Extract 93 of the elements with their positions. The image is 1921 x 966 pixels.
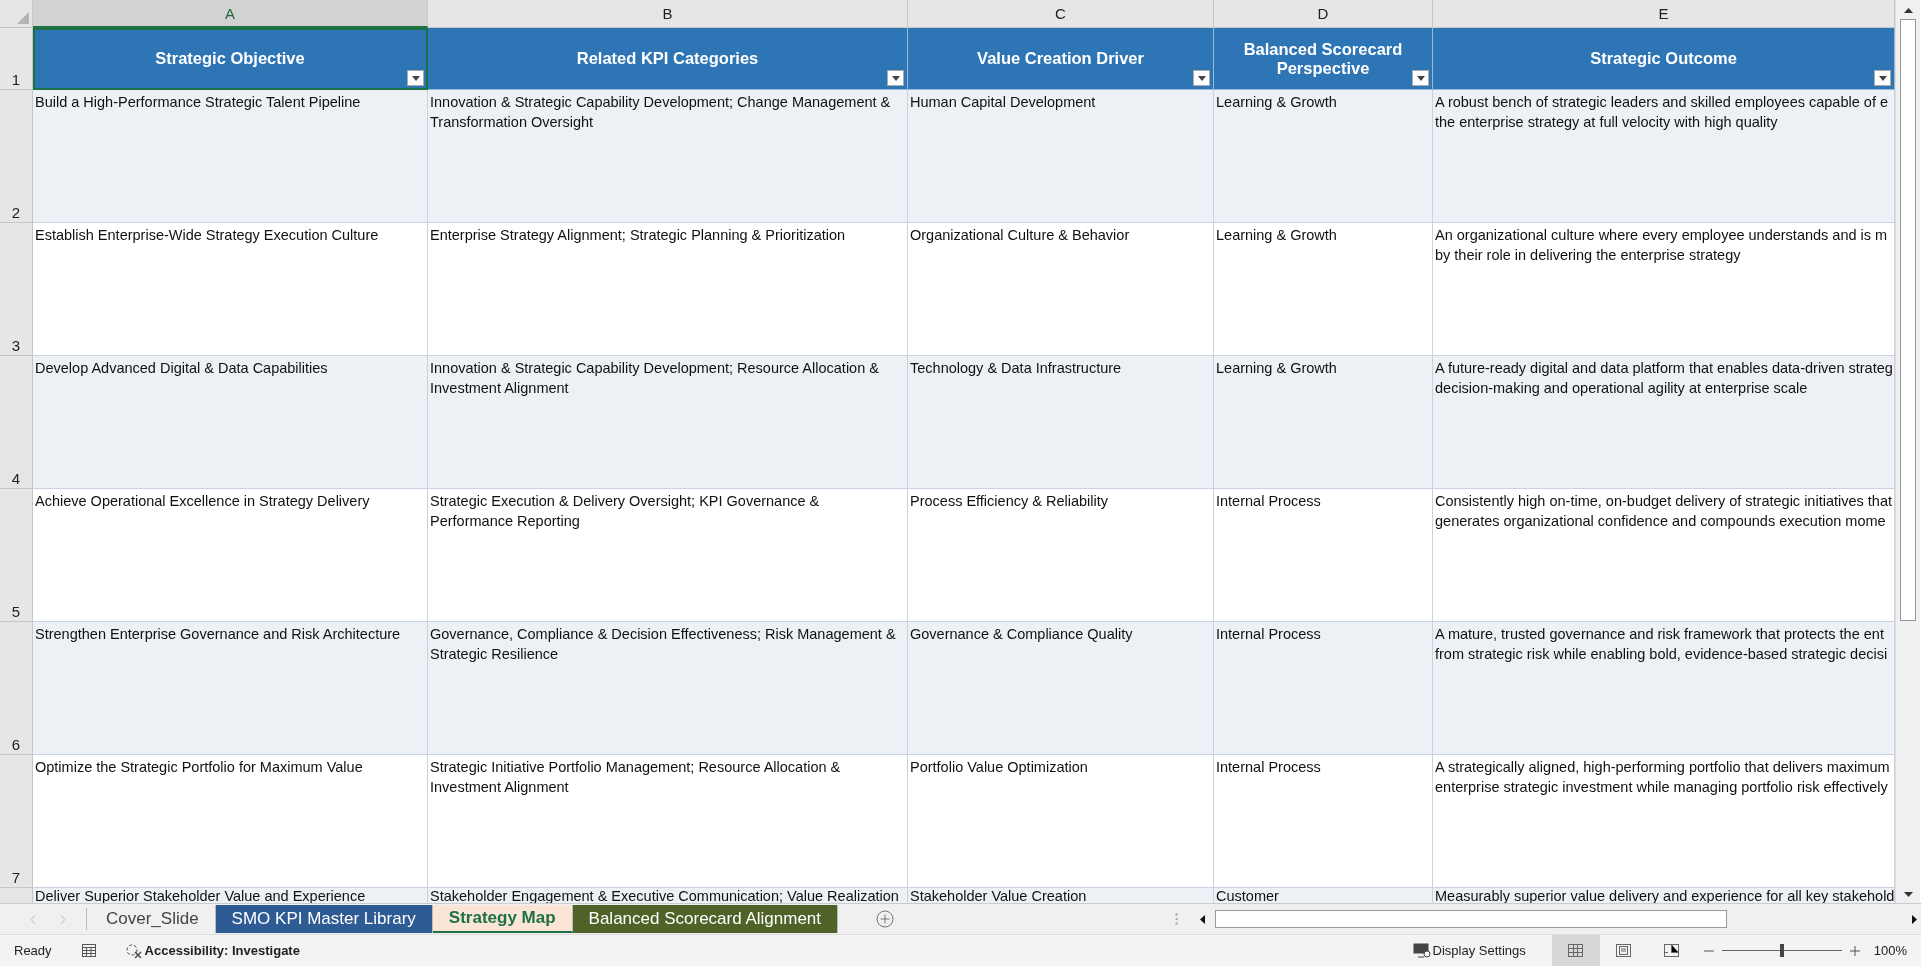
row-header[interactable]: 2 [0, 90, 33, 223]
table-cell: Enterprise Strategy Alignment; Strategic Planning & Prioritization [428, 223, 908, 356]
page-icon [1616, 944, 1632, 957]
filter-dropdown-button[interactable] [1874, 70, 1891, 86]
grid-icon [1568, 944, 1584, 957]
caret-icon [411, 75, 420, 81]
table-cell: Stakeholder Value Creation [908, 888, 1214, 904]
table-cell: Develop Advanced Digital & Data Capabilities [33, 356, 428, 489]
caret-icon [1878, 75, 1887, 81]
row-header[interactable]: 7 [0, 755, 33, 888]
table-cell: Innovation & Strategic Capability Development; Resource Allocation & Investment Alignment [428, 356, 908, 489]
column-header[interactable]: E [1433, 0, 1895, 28]
caret-icon [1197, 75, 1206, 81]
accessibility-icon[interactable] [125, 943, 142, 958]
scrollbar-thumb[interactable] [1215, 910, 1727, 929]
table-cell-text: A mature, trusted governance and risk framework that protects the ent [1435, 625, 1885, 644]
zoom-in-icon[interactable] [1849, 945, 1860, 956]
table-cell: Process Efficiency & Reliability [908, 489, 1214, 622]
table-cell-text: by their role in delivering the enterprise strategy [1435, 246, 1742, 265]
table-cell: Governance & Compliance Quality [908, 622, 1214, 755]
table-cell-text: An organizational culture where every employee understands and is m [1435, 226, 1889, 245]
caret-icon [891, 75, 900, 81]
table-cell-text: enterprise strategic investment while managing portfolio risk effectively [1435, 778, 1889, 797]
table-cell-text: A strategically aligned, high-performing portfolio that delivers maximum [1435, 758, 1891, 777]
normal-view-button[interactable] [1551, 935, 1600, 966]
table-cell: Strategic Execution & Delivery Oversight; KPI Governance & Performance Reporting [428, 489, 908, 622]
table-cell: Innovation & Strategic Capability Development; Change Management & Transformation Oversight [428, 90, 908, 223]
sheet-tab[interactable]: Cover_Slide [90, 905, 216, 934]
filter-dropdown-button[interactable] [887, 70, 904, 86]
column-header[interactable]: B [428, 0, 908, 28]
column-title: Strategic Outcome [1590, 49, 1737, 68]
table-cell: Strengthen Enterprise Governance and Risk Architecture [33, 622, 428, 755]
sheet-tab[interactable]: SMO KPI Master Library [215, 905, 433, 934]
table-cell: Strategic Initiative Portfolio Management; Resource Allocation & Investment Alignment [428, 755, 908, 888]
table-cell-text: A robust bench of strategic leaders and skilled employees capable of e [1435, 93, 1889, 112]
filter-dropdown-button[interactable] [1193, 70, 1210, 86]
table-cell: Achieve Operational Excellence in Strategy Delivery [33, 489, 428, 622]
table-cell: Optimize the Strategic Portfolio for Maximum Value [33, 755, 428, 888]
column-title: Related KPI Categories [576, 49, 759, 68]
column-title: Value Creation Driver [977, 49, 1144, 68]
accessibility-button[interactable]: Accessibility: Investigate [141, 943, 300, 958]
zoom-slider-thumb[interactable] [1779, 944, 1784, 957]
table-cell-text: from strategic risk while enabling bold, evidence-based strategic decisi [1435, 645, 1889, 664]
table-cell-text: the enterprise strategy at full velocity with high quality [1435, 113, 1779, 132]
table-cell: Customer [1214, 888, 1433, 904]
add-sheet-icon[interactable] [876, 910, 895, 929]
page-break-icon [1664, 944, 1680, 957]
table-cell-text: Measurably superior value delivery and experience for all key stakehold [1435, 888, 1892, 904]
caret-icon [1416, 75, 1425, 81]
splitter-handle-icon[interactable] [1175, 913, 1178, 926]
table-cell-text: generates organizational confidence and compounds execution mome [1435, 512, 1887, 531]
table-cell: Learning & Growth [1214, 90, 1433, 223]
table-cell-text: decision-making and operational agility at enterprise scale [1435, 379, 1809, 398]
table-cell: Internal Process [1214, 622, 1433, 755]
sheet-tab[interactable]: Strategy Map [432, 905, 573, 934]
column-header[interactable]: D [1214, 0, 1433, 28]
table-cell: Stakeholder Engagement & Executive Communication; Value Realization [428, 888, 908, 904]
column-title: Balanced Scorecard Perspective [1242, 39, 1404, 78]
status-text: Ready [14, 943, 52, 958]
scrollbar-thumb[interactable] [1900, 19, 1916, 621]
table-cell-text: Consistently high on-time, on-budget delivery of strategic initiatives that [1435, 492, 1892, 511]
table-cell: Organizational Culture & Behavior [908, 223, 1214, 356]
column-header[interactable]: C [908, 0, 1214, 28]
table-cell: Build a High-Performance Strategic Talent Pipeline [33, 90, 428, 223]
table-cell: Establish Enterprise-Wide Strategy Execution Culture [33, 223, 428, 356]
table-cell: Governance, Compliance & Decision Effectiveness; Risk Management & Strategic Resilience [428, 622, 908, 755]
table-cell-text: A future-ready digital and data platform that enables data-driven strateg [1435, 359, 1892, 378]
row-header[interactable]: 6 [0, 622, 33, 755]
row-header[interactable]: 1 [0, 28, 33, 90]
table-icon[interactable] [81, 944, 96, 957]
table-cell: Learning & Growth [1214, 356, 1433, 489]
table-cell: Deliver Superior Stakeholder Value and Experience [33, 888, 428, 904]
table-cell: Portfolio Value Optimization [908, 755, 1214, 888]
column-title: Strategic Objective [155, 49, 305, 68]
monitor-icon [1412, 943, 1431, 958]
scroll-up-icon[interactable] [1903, 8, 1913, 13]
column-header[interactable]: A [33, 0, 428, 28]
table-cell: Internal Process [1214, 755, 1433, 888]
table-cell: Human Capital Development [908, 90, 1214, 223]
filter-dropdown-button[interactable] [1412, 70, 1429, 86]
row-header[interactable]: 5 [0, 489, 33, 622]
filter-dropdown-button[interactable] [407, 70, 424, 86]
row-header[interactable]: 4 [0, 356, 33, 489]
vertical-scrollbar[interactable] [1895, 0, 1920, 904]
table-cell: Technology & Data Infrastructure [908, 356, 1214, 489]
scroll-down-icon[interactable] [1903, 892, 1913, 898]
table-cell: Internal Process [1214, 489, 1433, 622]
corner-triangle-icon [17, 12, 29, 24]
display-settings-button[interactable]: Display Settings [1406, 942, 1532, 959]
sheet-tab[interactable]: Balanced Scorecard Alignment [572, 905, 839, 934]
table-cell: Learning & Growth [1214, 223, 1433, 356]
row-header[interactable]: 3 [0, 223, 33, 356]
zoom-level-text[interactable]: 100% [1873, 943, 1907, 958]
